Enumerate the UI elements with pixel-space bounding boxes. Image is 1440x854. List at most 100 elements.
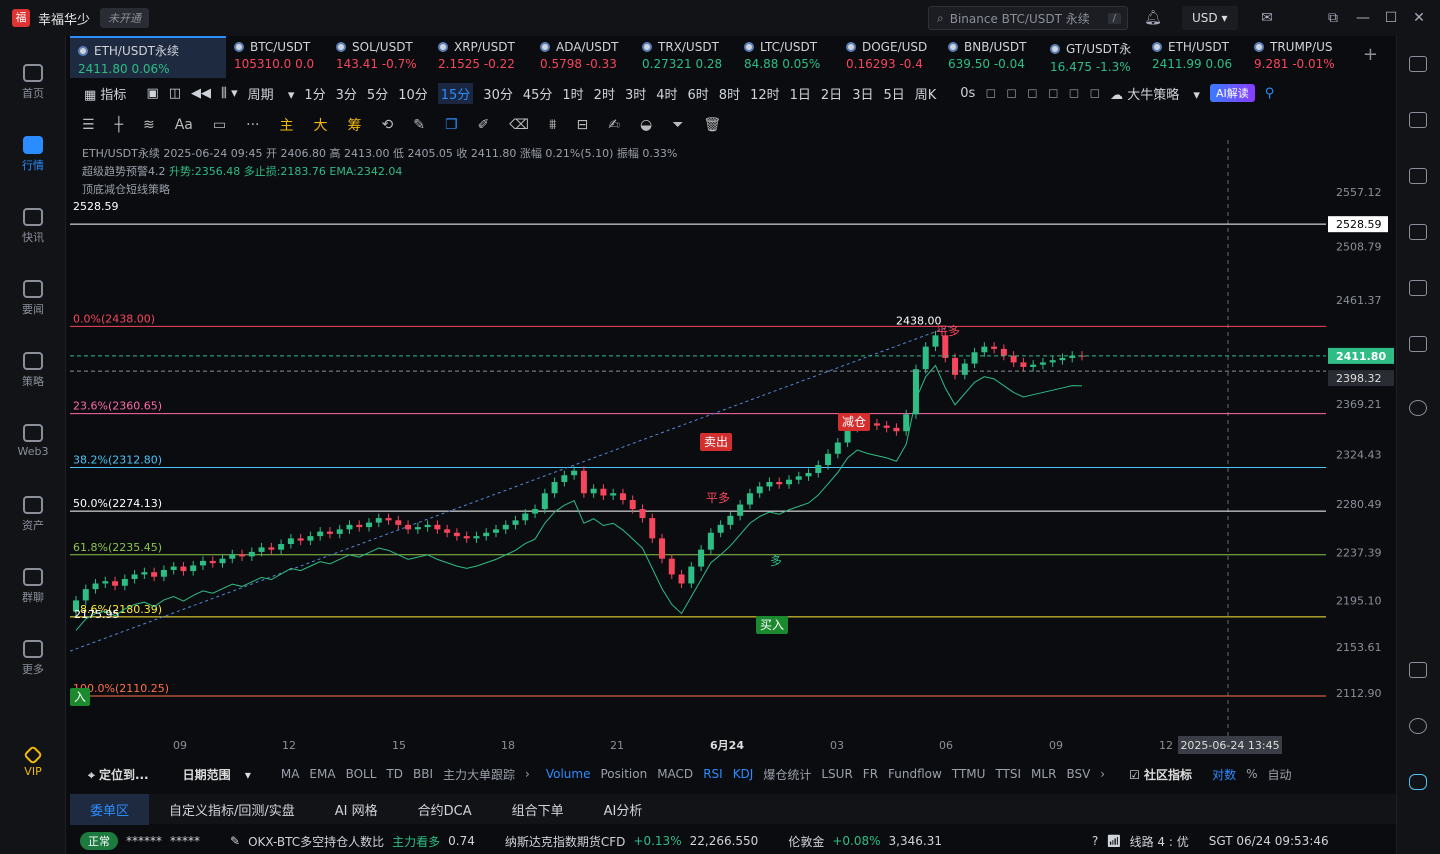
sub-indicator-11[interactable]: MLR [1031, 767, 1056, 781]
close-icon[interactable]: ✕ [1410, 9, 1428, 27]
mail-icon[interactable]: ✉ [1258, 9, 1276, 27]
popout-icon[interactable]: ⧉ [1324, 9, 1342, 27]
nav-item-6[interactable]: 资产 [0, 496, 66, 533]
ticker-tab[interactable]: DOGE/USD 0.16293 -0.4 [838, 36, 940, 78]
magnet-icon[interactable]: ◒ [640, 117, 652, 133]
interval-14[interactable]: 1日 [790, 84, 811, 103]
interval-1[interactable]: 3分 [336, 84, 357, 103]
sub-indicator-3[interactable]: RSI [703, 767, 723, 781]
panel-tab-3[interactable]: 合约DCA [418, 800, 472, 819]
frame-icon[interactable]: ◻ [1027, 86, 1038, 101]
chip-button[interactable]: 筹 [347, 115, 361, 135]
ticker-tab[interactable]: BTC/USDT 105310.0 0.0 [226, 36, 328, 78]
indicator-button[interactable]: ▦ 指标 [84, 84, 136, 103]
bell-icon[interactable]: 🔔︎ [1144, 9, 1162, 27]
sub-indicator-5[interactable]: 爆仓统计 [763, 766, 811, 783]
menu-lines-icon[interactable]: ☰ [82, 117, 95, 133]
interval-15[interactable]: 2日 [821, 84, 842, 103]
ruler-icon[interactable]: ▭ [213, 117, 226, 133]
lock-icon[interactable]: ⊟ [577, 117, 589, 133]
settings-icon[interactable]: ◻ [1069, 86, 1080, 101]
pen-icon[interactable]: ✐ [478, 117, 490, 133]
account-badge[interactable]: 未开通 [100, 8, 150, 28]
edit-icon[interactable]: ✎ [230, 834, 240, 848]
ticker-tab[interactable]: TRUMP/US 9.281 -0.01% [1246, 36, 1348, 78]
panel-tab-4[interactable]: 组合下单 [512, 800, 564, 819]
search-input[interactable]: ⌕ Binance BTC/USDT 永续 / [928, 6, 1128, 30]
interval-2[interactable]: 5分 [367, 84, 388, 103]
main-force-button[interactable]: 主 [279, 115, 293, 135]
ticker-tab[interactable]: XRP/USDT 2.1525 -0.22 [430, 36, 532, 78]
interval-0[interactable]: 1分 [304, 84, 325, 103]
sub-indicator-4[interactable]: KDJ [733, 767, 754, 781]
ticker-tab[interactable]: BNB/USDT 639.50 -0.04 [940, 36, 1042, 78]
calendar-icon[interactable]: ▣ [146, 86, 158, 101]
ticker-tab[interactable]: GT/USDT永 16.475 -1.3% [1042, 36, 1144, 78]
main-indicator-0[interactable]: MA [281, 767, 300, 781]
scale-option-1[interactable]: % [1246, 767, 1257, 781]
main-indicator-1[interactable]: EMA [309, 767, 335, 781]
sync-icon[interactable]: ⟲ [381, 117, 393, 133]
sub-indicator-12[interactable]: BSV [1066, 767, 1090, 781]
panel-icon[interactable] [1409, 662, 1427, 678]
panel-tab-0[interactable]: 委单区 [70, 793, 150, 825]
text-tool-icon[interactable]: Aa [175, 117, 193, 133]
currency-select[interactable]: USD ▾ [1182, 6, 1238, 30]
brush-icon[interactable]: ✎ [413, 117, 425, 133]
minimize-icon[interactable]: — [1354, 9, 1372, 27]
interval-7[interactable]: 1时 [562, 84, 583, 103]
trend-icon[interactable] [1409, 224, 1427, 240]
interval-8[interactable]: 2时 [594, 84, 615, 103]
ticker-tab[interactable]: SOL/USDT 143.41 -0.7% [328, 36, 430, 78]
scale-option-0[interactable]: 对数 [1212, 766, 1236, 783]
dollar-icon[interactable] [1409, 168, 1427, 184]
interval-9[interactable]: 3时 [625, 84, 646, 103]
sub-indicator-9[interactable]: TTMU [952, 767, 986, 781]
chevron-right-icon[interactable]: › [525, 767, 530, 781]
interval-3[interactable]: 10分 [398, 84, 428, 103]
strategy-select[interactable]: ☁ 大牛策略 ▾ [1110, 84, 1200, 103]
main-indicator-4[interactable]: BBI [413, 767, 433, 781]
robot-assistant-icon[interactable] [1409, 774, 1427, 790]
layout-icon[interactable] [1409, 56, 1427, 72]
more-icon[interactable]: ··· [246, 117, 259, 133]
trash-icon[interactable]: 🗑︎ [703, 117, 721, 133]
filter-icon[interactable]: ⏷ [672, 117, 683, 133]
interval-10[interactable]: 4时 [656, 84, 677, 103]
edit-icon[interactable]: ✍ [608, 117, 620, 133]
pattern-icon[interactable]: ⩩ [549, 117, 556, 133]
card-icon[interactable] [1409, 336, 1427, 352]
nav-item-8[interactable]: 更多 [0, 640, 66, 677]
list-icon[interactable]: ◻ [1048, 86, 1059, 101]
document-icon[interactable] [1409, 112, 1427, 128]
horizontal-line-icon[interactable]: ┼ [115, 117, 123, 133]
interval-17[interactable]: 5日 [883, 84, 904, 103]
main-indicator-3[interactable]: TD [386, 767, 403, 781]
multi-line-icon[interactable]: ≋ [143, 117, 155, 133]
help-icon[interactable]: ? [1092, 834, 1098, 848]
ticker-tab[interactable]: ADA/USDT 0.5798 -0.33 [532, 36, 634, 78]
monitor-icon[interactable] [1409, 280, 1427, 296]
sub-indicator-6[interactable]: LSUR [821, 767, 852, 781]
ticker-tab[interactable]: ETH/USDT 2411.99 0.06 [1144, 36, 1246, 78]
big-order-button[interactable]: 大 [313, 115, 327, 135]
camera-icon[interactable]: ◻ [985, 86, 996, 101]
add-tab-icon[interactable]: + [1363, 44, 1378, 65]
interval-18[interactable]: 周K [915, 84, 937, 103]
panel-tab-1[interactable]: 自定义指标/回测/实盘 [169, 800, 295, 819]
sub-indicator-10[interactable]: TTSI [995, 767, 1021, 781]
sub-indicator-2[interactable]: MACD [657, 767, 693, 781]
layout-split-icon[interactable]: ◫ [169, 86, 181, 101]
ticker-tab[interactable]: LTC/USDT 84.88 0.05% [736, 36, 838, 78]
share-icon[interactable]: ⚲ [1265, 86, 1275, 101]
nav-item-2[interactable]: 快讯 [0, 208, 66, 245]
maximize-icon[interactable]: ☐ [1382, 9, 1400, 27]
eraser-icon[interactable]: ⌫ [509, 117, 529, 133]
sub-indicator-8[interactable]: Fundflow [888, 767, 942, 781]
chevron-right-icon[interactable]: › [1100, 767, 1105, 781]
period-select[interactable]: 周期 ▾ [248, 84, 295, 103]
nav-item-1[interactable]: 行情 [0, 136, 66, 173]
replay-icon[interactable]: ◀◀ [191, 86, 211, 101]
sub-indicator-7[interactable]: FR [863, 767, 878, 781]
copy-icon[interactable]: ❐ [445, 117, 458, 133]
